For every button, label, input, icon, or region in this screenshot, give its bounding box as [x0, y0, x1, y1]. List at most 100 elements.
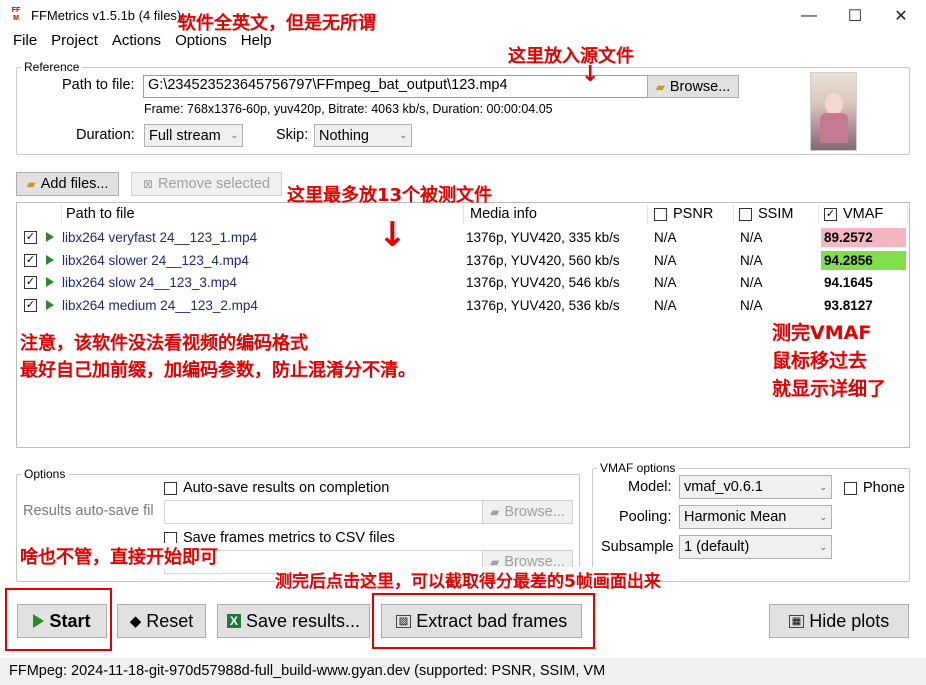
- row-media-info: 1376p, YUV420, 560 kb/s: [466, 253, 620, 268]
- menu-actions[interactable]: Actions: [105, 31, 168, 53]
- ssim-header-label: SSIM: [758, 206, 794, 222]
- duration-value: Full stream: [149, 127, 221, 144]
- annotation-extract-note: 测完后点击这里，可以截取得分最差的5帧画面出来: [275, 567, 661, 592]
- maximize-icon[interactable]: ☐: [832, 0, 878, 31]
- reference-browse-button[interactable]: ▰ Browse...: [647, 75, 739, 98]
- chevron-down-icon: ⌄: [819, 541, 827, 552]
- options-group-label: Options: [21, 467, 69, 481]
- autosave-checkbox[interactable]: [164, 481, 177, 495]
- reset-button[interactable]: ◆ Reset: [117, 604, 206, 638]
- row-checkbox[interactable]: ✓: [24, 299, 37, 312]
- chevron-down-icon: ⌄: [399, 130, 407, 140]
- annotation-arrow-source: ↓: [581, 62, 600, 87]
- annotation-arrow-tested: ↓: [378, 215, 407, 255]
- row-checkbox[interactable]: ✓: [24, 231, 37, 244]
- menu-bar: File Project Actions Options Help: [0, 31, 926, 53]
- row-vmaf[interactable]: 89.2572: [821, 228, 906, 247]
- model-select[interactable]: vmaf_v0.6.1 ⌄: [679, 475, 832, 499]
- row-checkbox[interactable]: ✓: [24, 276, 37, 289]
- phone-option[interactable]: Phone: [844, 480, 905, 496]
- row-vmaf[interactable]: 94.1645: [821, 273, 906, 292]
- skip-label: Skip:: [276, 127, 309, 143]
- save-results-button[interactable]: X Save results...: [217, 604, 370, 638]
- duration-select[interactable]: Full stream ⌄: [144, 124, 243, 147]
- ssim-checkbox[interactable]: [739, 208, 752, 221]
- model-value: vmaf_v0.6.1: [684, 479, 763, 495]
- chevron-down-icon: ⌄: [230, 130, 238, 140]
- phone-checkbox[interactable]: [844, 481, 857, 495]
- reference-browse-label: Browse...: [669, 78, 731, 95]
- remove-selected-button[interactable]: ⊠ Remove selected: [131, 172, 282, 196]
- row-ssim: N/A: [740, 253, 763, 268]
- minimize-icon[interactable]: —: [786, 0, 832, 31]
- row-checkbox[interactable]: ✓: [24, 254, 37, 267]
- excel-icon: X: [226, 614, 241, 628]
- save-results-label: Save results...: [245, 610, 361, 631]
- row-media-info: 1376p, YUV420, 335 kb/s: [466, 230, 620, 245]
- pooling-value: Harmonic Mean: [684, 509, 787, 525]
- pooling-label: Pooling:: [619, 509, 672, 525]
- menu-file[interactable]: File: [6, 31, 44, 53]
- remove-selected-label: Remove selected: [158, 176, 271, 192]
- row-media-info: 1376p, YUV420, 536 kb/s: [466, 298, 620, 313]
- row-file-name: libx264 medium 24__123_2.mp4: [62, 298, 258, 313]
- row-ssim: N/A: [740, 298, 763, 313]
- remove-icon: ⊠: [142, 177, 154, 191]
- reset-label: Reset: [146, 610, 194, 631]
- results-browse-button[interactable]: ▰ Browse...: [482, 500, 573, 524]
- annotation-codec-note-2: 最好自己加前缀，加编码参数，防止混淆分不清。: [20, 360, 416, 381]
- eraser-icon: ◆: [129, 613, 142, 630]
- reference-thumbnail: [810, 72, 857, 151]
- model-label: Model:: [628, 479, 672, 495]
- hide-plots-label: Hide plots: [809, 610, 890, 631]
- autosave-option[interactable]: Auto-save results on completion: [164, 480, 389, 496]
- close-icon[interactable]: ✕: [878, 0, 924, 31]
- row-media-info: 1376p, YUV420, 546 kb/s: [466, 275, 620, 290]
- row-psnr: N/A: [654, 275, 677, 290]
- annotation-vmaf-note-3: 就显示详细了: [772, 378, 887, 400]
- vmaf-header-label: VMAF: [843, 206, 884, 222]
- hide-plots-button[interactable]: ▦ Hide plots: [769, 604, 909, 638]
- annotation-title-note: 软件全英文，但是无所谓: [178, 13, 376, 34]
- row-vmaf[interactable]: 93.8127: [821, 296, 906, 315]
- row-ssim: N/A: [740, 230, 763, 245]
- column-header-media[interactable]: Media info: [470, 205, 648, 224]
- annotation-source-note: 这里放入源文件: [508, 46, 634, 67]
- vmaf-options-label: VMAF options: [597, 461, 679, 475]
- row-psnr: N/A: [654, 253, 677, 268]
- annotation-start-note: 啥也不管，直接开始即可: [20, 543, 218, 569]
- chevron-down-icon: ⌄: [819, 481, 827, 492]
- menu-project[interactable]: Project: [44, 31, 105, 53]
- psnr-checkbox[interactable]: [654, 208, 667, 221]
- play-icon[interactable]: [46, 232, 54, 242]
- subsample-value: 1 (default): [684, 539, 750, 555]
- row-file-name: libx264 slow 24__123_3.mp4: [62, 275, 237, 290]
- chevron-down-icon: ⌄: [819, 511, 827, 522]
- column-header-psnr[interactable]: PSNR: [654, 205, 734, 224]
- reference-frame-info: Frame: 768x1376-60p, yuv420p, Bitrate: 4…: [144, 102, 553, 116]
- column-header-vmaf[interactable]: ✓ VMAF: [824, 205, 908, 224]
- row-vmaf[interactable]: 94.2856: [821, 251, 906, 270]
- column-header-ssim[interactable]: SSIM: [739, 205, 819, 224]
- autosave-label: Auto-save results on completion: [183, 480, 390, 496]
- skip-select[interactable]: Nothing ⌄: [314, 124, 412, 147]
- pooling-select[interactable]: Harmonic Mean ⌄: [679, 505, 832, 529]
- window-title: FFMetrics v1.5.1b (4 files): [31, 8, 182, 23]
- row-file-name: libx264 slower 24__123_4.mp4: [62, 253, 249, 268]
- reference-path-input[interactable]: G:\234523523645756797\FFmpeg_bat_output\…: [143, 75, 648, 98]
- play-icon[interactable]: [46, 300, 54, 310]
- chart-icon: ▦: [788, 614, 805, 628]
- row-psnr: N/A: [654, 230, 677, 245]
- add-files-button[interactable]: ▰ Add files...: [16, 172, 119, 196]
- results-browse-label: Browse...: [504, 504, 565, 520]
- results-path-input[interactable]: [164, 500, 484, 524]
- play-icon[interactable]: [46, 277, 54, 287]
- play-icon[interactable]: [46, 255, 54, 265]
- subsample-select[interactable]: 1 (default) ⌄: [679, 535, 832, 559]
- duration-label: Duration:: [76, 127, 135, 143]
- reference-group-label: Reference: [21, 60, 83, 74]
- skip-value: Nothing: [319, 127, 369, 144]
- vmaf-checkbox[interactable]: ✓: [824, 208, 837, 221]
- phone-label: Phone: [863, 480, 905, 496]
- folder-icon: ▰: [490, 505, 500, 519]
